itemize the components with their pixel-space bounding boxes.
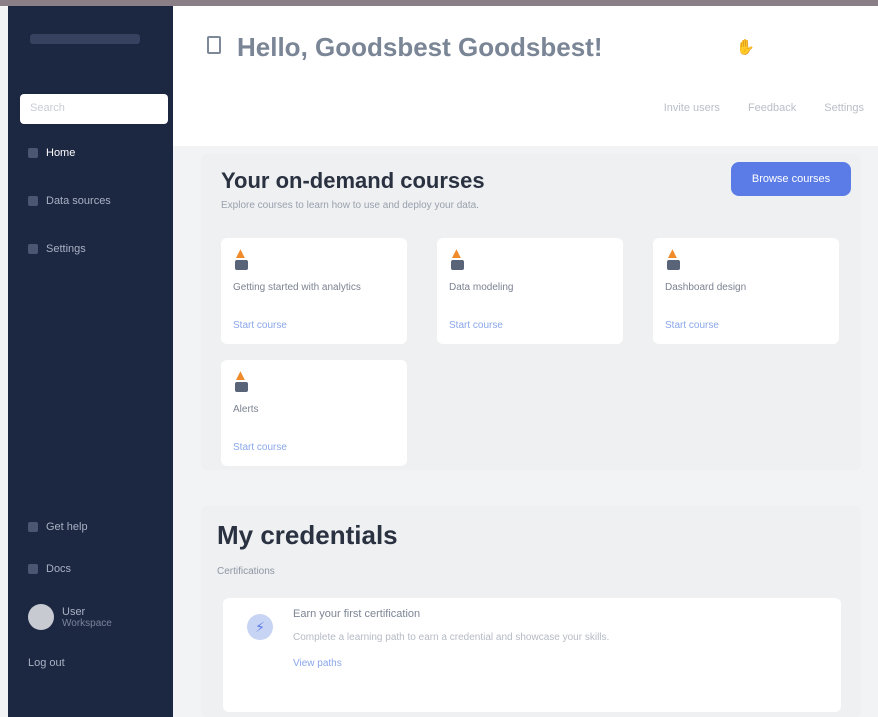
sidebar-item-label: Get help <box>46 521 88 533</box>
course-name: Alerts <box>233 404 259 415</box>
sidebar-item-data-sources[interactable]: Data sources <box>28 190 168 212</box>
sidebar-nav: Home Data sources Settings <box>28 142 168 286</box>
course-name: Dashboard design <box>665 282 747 293</box>
sidebar: Search Home Data sources Settings Get he… <box>8 6 173 717</box>
main-content: Hello, Goodsbest Goodsbest! ✋ Invite use… <box>173 6 878 717</box>
browse-courses-button[interactable]: Browse courses <box>731 162 851 196</box>
search-placeholder: Search <box>30 102 65 114</box>
section-title: My credentials <box>217 520 398 550</box>
sidebar-item-help[interactable]: Get help <box>28 516 168 538</box>
course-link[interactable]: Start course <box>665 320 719 331</box>
database-icon <box>28 196 38 206</box>
user-info: User Workspace <box>62 606 112 629</box>
sidebar-search-input[interactable]: Search <box>20 94 168 124</box>
sidebar-item-docs[interactable]: Docs <box>28 558 168 580</box>
header-links: Invite users Feedback Settings <box>664 102 864 114</box>
course-icon: ▲ <box>449 246 467 270</box>
sidebar-item-home[interactable]: Home <box>28 142 168 164</box>
section-title: Your on-demand courses <box>221 168 485 193</box>
course-card[interactable]: ▲ Alerts Start course <box>221 360 407 466</box>
course-card[interactable]: ▲ Getting started with analytics Start c… <box>221 238 407 344</box>
home-icon <box>28 148 38 158</box>
lightning-icon: ⚡ <box>247 614 273 640</box>
settings-link[interactable]: Settings <box>824 102 864 114</box>
page-header: Hello, Goodsbest Goodsbest! ✋ Invite use… <box>173 6 878 146</box>
sidebar-item-settings[interactable]: Settings <box>28 238 168 260</box>
sidebar-item-label: Docs <box>46 563 72 575</box>
course-card[interactable]: ▲ Dashboard design Start course <box>653 238 839 344</box>
logout-link[interactable]: Log out <box>28 652 168 674</box>
panel-toggle-icon[interactable] <box>207 36 221 54</box>
user-org: Workspace <box>62 617 112 629</box>
sidebar-item-label: Data sources <box>46 195 111 207</box>
sidebar-item-label: Home <box>46 147 76 159</box>
user-name: User <box>62 605 86 618</box>
course-icon: ▲ <box>233 246 251 270</box>
section-subtitle: Explore courses to learn how to use and … <box>221 200 479 211</box>
course-icon: ▲ <box>665 246 683 270</box>
course-name: Getting started with analytics <box>233 282 361 293</box>
course-icon: ▲ <box>233 368 251 392</box>
credential-title: Earn your first certification <box>293 608 421 620</box>
help-icon <box>28 522 38 532</box>
course-link[interactable]: Start course <box>233 442 287 453</box>
course-link[interactable]: Start course <box>449 320 503 331</box>
course-name: Data modeling <box>449 282 514 293</box>
credential-description: Complete a learning path to earn a crede… <box>293 632 610 643</box>
sidebar-bottom: Get help Docs User Workspace Log out <box>28 516 168 694</box>
section-subtitle: Certifications <box>217 566 275 577</box>
logout-label: Log out <box>28 657 65 669</box>
course-link[interactable]: Start course <box>233 320 287 331</box>
credentials-section: My credentials Certifications ⚡ Earn you… <box>201 506 861 717</box>
user-menu[interactable]: User Workspace <box>28 600 168 634</box>
book-icon <box>28 564 38 574</box>
feedback-link[interactable]: Feedback <box>748 102 796 114</box>
avatar <box>28 604 54 630</box>
course-card[interactable]: ▲ Data modeling Start course <box>437 238 623 344</box>
sidebar-item-label: Settings <box>46 243 86 255</box>
page-title: Hello, Goodsbest Goodsbest! <box>237 32 603 62</box>
on-demand-courses-section: Your on-demand courses Explore courses t… <box>201 154 861 470</box>
wave-icon: ✋ <box>736 39 755 56</box>
app-logo <box>30 34 140 44</box>
invite-users-link[interactable]: Invite users <box>664 102 720 114</box>
view-paths-link[interactable]: View paths <box>293 658 342 669</box>
gear-icon <box>28 244 38 254</box>
credential-card: ⚡ Earn your first certification Complete… <box>223 598 841 712</box>
